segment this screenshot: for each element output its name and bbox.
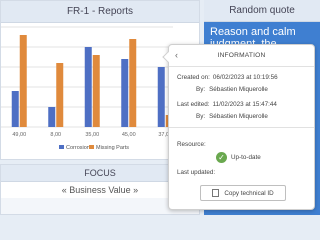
- edited-label: Last edited:: [177, 101, 210, 108]
- popover-header: ‹ INFORMATION: [169, 45, 314, 67]
- bar-missing-parts[interactable]: [92, 55, 100, 127]
- x-tick-label: 45,00: [122, 132, 136, 138]
- copy-button-label: Copy technical ID: [224, 189, 274, 197]
- edited-by-row: By: Sébastien Miquerolle: [196, 113, 268, 120]
- edited-value: 11/02/2023 at 15:47:44: [212, 101, 277, 108]
- copy-technical-id-button[interactable]: Copy technical ID: [200, 185, 286, 201]
- status-row: ✓ Up-to-date: [216, 152, 261, 163]
- bar-missing-parts[interactable]: [19, 35, 27, 127]
- bar-corrosion[interactable]: [48, 107, 56, 127]
- quote-title: Random quote: [204, 0, 320, 22]
- popover-title: INFORMATION: [217, 52, 266, 59]
- created-by-row: By: Sébastien Miquerolle: [196, 86, 268, 93]
- edited-by-value: Sébastien Miquerolle: [209, 113, 268, 120]
- resource-label: Resource:: [177, 141, 206, 148]
- status-text: Up-to-date: [231, 154, 261, 161]
- bar-corrosion[interactable]: [11, 91, 19, 127]
- bar-corrosion[interactable]: [157, 67, 165, 127]
- x-tick-label: 8,00: [50, 132, 61, 138]
- created-by-label: By:: [196, 86, 206, 93]
- created-value: 06/02/2023 at 10:19:56: [212, 74, 278, 81]
- information-popover: ‹ INFORMATION Created on: 06/02/2023 at …: [162, 44, 315, 210]
- copy-icon: [212, 189, 220, 197]
- legend-swatch: [59, 145, 64, 149]
- legend-label: Missing Parts: [96, 145, 129, 151]
- edited-by-label: By:: [196, 113, 206, 120]
- created-label: Created on:: [177, 74, 210, 81]
- bar-missing-parts[interactable]: [56, 63, 64, 127]
- x-tick-label: 49,00: [12, 132, 26, 138]
- created-by-value: Sébastien Miquerolle: [209, 86, 268, 93]
- edited-row: Last edited: 11/02/2023 at 15:47:44: [177, 101, 277, 108]
- last-updated-label: Last updated:: [177, 169, 216, 176]
- bar-missing-parts[interactable]: [129, 39, 137, 127]
- check-circle-icon: ✓: [216, 152, 227, 163]
- x-tick-label: 35,00: [85, 132, 99, 138]
- bar-corrosion[interactable]: [121, 59, 129, 127]
- back-chevron-icon[interactable]: ‹: [175, 50, 178, 60]
- divider: [169, 127, 314, 128]
- legend-label: Corrosion: [66, 145, 90, 151]
- bar-corrosion[interactable]: [84, 47, 92, 127]
- created-row: Created on: 06/02/2023 at 10:19:56: [177, 74, 278, 81]
- legend-swatch: [89, 145, 94, 149]
- reports-title: FR-1 - Reports: [1, 1, 199, 23]
